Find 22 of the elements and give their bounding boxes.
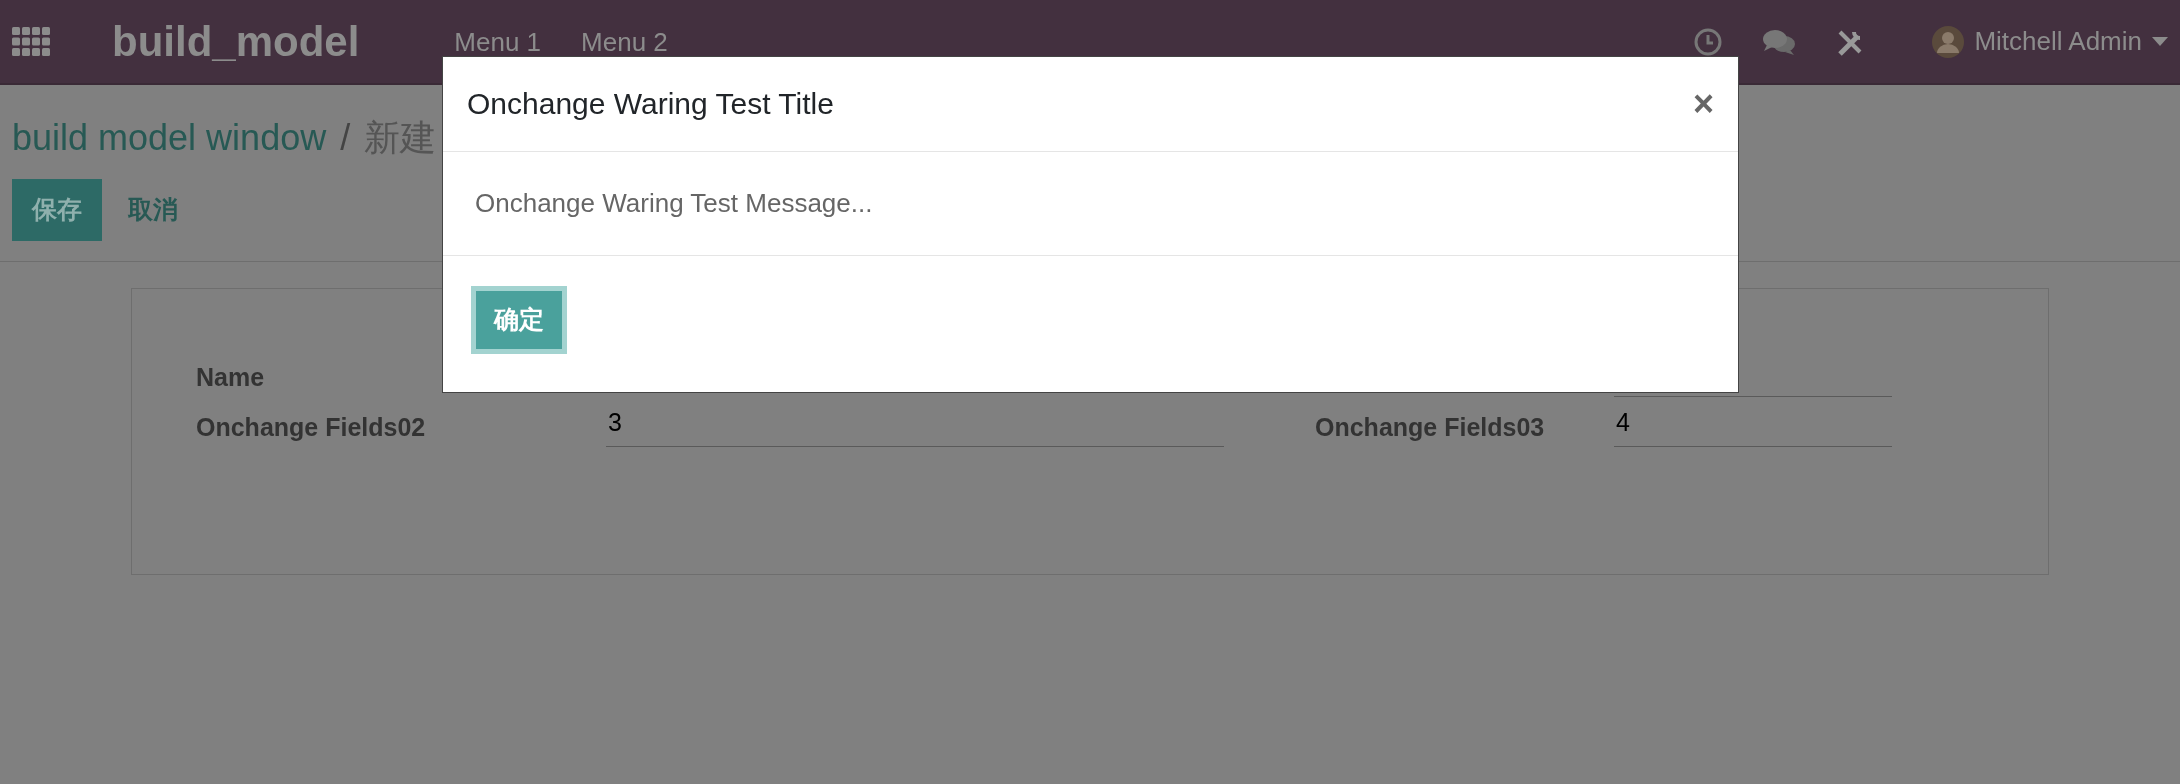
breadcrumb-separator: / bbox=[340, 117, 351, 158]
clock-icon[interactable] bbox=[1694, 27, 1723, 56]
menu-link[interactable]: Menu 2 bbox=[581, 28, 668, 55]
discard-button[interactable]: 取消 bbox=[102, 179, 204, 241]
dialog-title: Onchange Waring Test Title bbox=[467, 86, 834, 122]
menu-link[interactable]: Menu 1 bbox=[454, 28, 542, 55]
dialog-message: Onchange Waring Test Message... bbox=[475, 187, 873, 220]
avatar-icon[interactable] bbox=[1932, 25, 1965, 58]
input-field[interactable]: 4 bbox=[1614, 404, 1892, 447]
field-label: Onchange Fields02 bbox=[196, 412, 427, 443]
field-label: Onchange Fields03 bbox=[1315, 412, 1546, 443]
ok-button[interactable]: 确定 bbox=[471, 286, 567, 354]
chat-icon[interactable] bbox=[1762, 27, 1797, 56]
caret-icon[interactable] bbox=[2152, 36, 2168, 47]
app-title: build_model bbox=[112, 17, 360, 67]
user-name[interactable]: Mitchell Admin bbox=[1974, 22, 2142, 61]
apps-menu-icon[interactable] bbox=[12, 26, 50, 57]
input-field[interactable]: 3 bbox=[606, 404, 1224, 447]
breadcrumb-link[interactable]: build model window bbox=[12, 117, 327, 158]
close-button[interactable]: × bbox=[1692, 86, 1714, 122]
field-label: Name bbox=[196, 362, 266, 393]
save-button[interactable]: 保存 bbox=[12, 179, 102, 241]
